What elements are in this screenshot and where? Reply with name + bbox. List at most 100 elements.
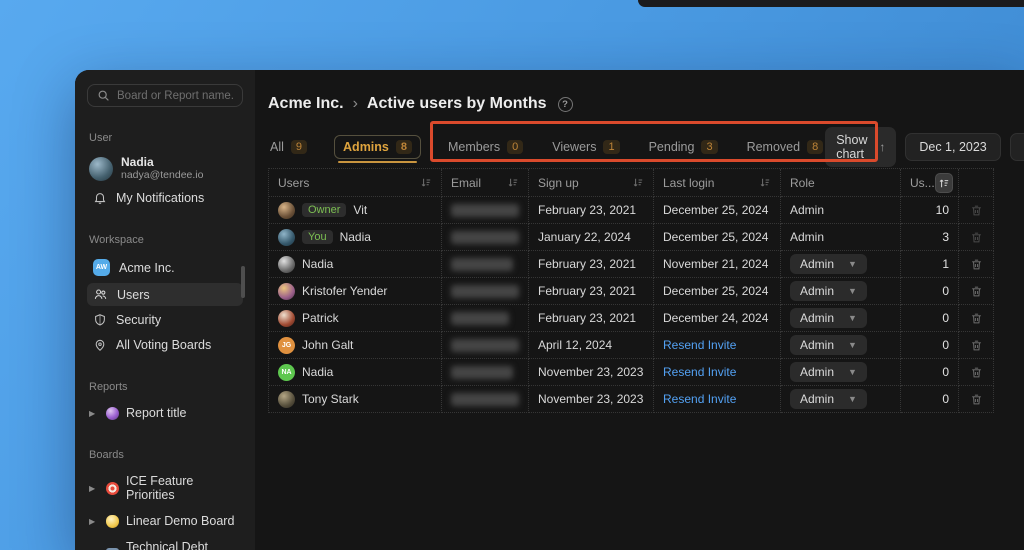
trash-icon[interactable] <box>970 258 983 271</box>
sort-active-button[interactable] <box>935 173 953 193</box>
tab-viewers[interactable]: Viewers1 <box>550 136 621 158</box>
search-box[interactable] <box>87 84 243 107</box>
user-role-badge: You <box>302 230 333 244</box>
expand-arrow-icon[interactable]: ▶ <box>89 409 99 418</box>
chevron-down-icon: ▼ <box>848 367 857 377</box>
trash-icon[interactable] <box>970 339 983 352</box>
signup-date: February 23, 2021 <box>538 257 636 271</box>
sidebar-item-notifications[interactable]: My Notifications <box>87 187 243 209</box>
role-select[interactable]: Admin▼ <box>790 335 867 355</box>
show-chart-button[interactable]: Show chart↑ <box>825 127 896 167</box>
tab-all[interactable]: All9 <box>268 136 309 158</box>
table-row-email-cell <box>442 197 529 224</box>
table-row-user-cell[interactable]: NA Nadia <box>269 359 442 386</box>
sort-icon[interactable] <box>507 177 519 189</box>
shield-icon <box>93 313 107 327</box>
sidebar-item-users[interactable]: Users <box>87 283 243 306</box>
table-row-last-login-cell: Resend Invite <box>654 386 781 413</box>
date-from-field[interactable]: Dec 1, 2023 <box>905 133 1000 161</box>
role-select[interactable]: Admin▼ <box>790 389 867 409</box>
sidebar-item-report-title[interactable]: ▶ Report title <box>87 402 243 424</box>
help-icon[interactable]: ? <box>558 97 573 112</box>
sidebar-item-all-voting-boards[interactable]: All Voting Boards <box>87 334 243 356</box>
sidebar-item-label: Technical Debt Priori... <box>126 540 241 550</box>
column-header-last-login[interactable]: Last login <box>654 169 781 197</box>
table-row-user-cell[interactable]: You Nadia <box>269 224 442 251</box>
sort-icon[interactable] <box>632 177 644 189</box>
tab-count-badge: 9 <box>291 140 307 154</box>
avatar <box>278 202 295 219</box>
role-select[interactable]: Admin▼ <box>790 254 867 274</box>
trash-icon[interactable] <box>970 366 983 379</box>
table-row-user-cell[interactable]: Nadia <box>269 251 442 278</box>
column-header-role[interactable]: Role <box>781 169 901 197</box>
table-row-role-cell: Admin▼ <box>781 305 901 332</box>
last-login-value: December 24, 2024 <box>663 311 768 325</box>
trash-icon[interactable] <box>970 231 983 244</box>
user-name: Kristofer Yender <box>302 284 387 298</box>
toolbar: Show chart↑ Dec 1, 2023 Dec <box>825 127 1024 167</box>
table-row-email-cell <box>442 332 529 359</box>
table-row-users-count-cell: 0 <box>901 278 959 305</box>
table-row-user-cell[interactable]: Tony Stark <box>269 386 442 413</box>
target-icon <box>106 482 119 495</box>
email-redacted <box>451 312 509 325</box>
table-row-user-cell[interactable]: Kristofer Yender <box>269 278 442 305</box>
sidebar-item-ice-feature-priorities[interactable]: ▶ ICE Feature Priorities <box>87 470 243 506</box>
user-name: Tony Stark <box>302 392 359 406</box>
email-redacted <box>451 258 513 271</box>
date-to-field[interactable]: Dec <box>1010 133 1024 161</box>
sidebar-item-security[interactable]: Security <box>87 309 243 331</box>
resend-invite-link[interactable]: Resend Invite <box>663 338 736 352</box>
sidebar-item-linear-demo-board[interactable]: ▶ Linear Demo Board <box>87 510 243 532</box>
sidebar-scrollbar-thumb[interactable] <box>241 266 245 298</box>
tabs: All9 Admins8 Members0 Viewers1 Pending3 … <box>268 135 825 159</box>
table-row-role-cell: Admin▼ <box>781 386 901 413</box>
table-row-user-cell[interactable]: Patrick <box>269 305 442 332</box>
table-row-email-cell <box>442 305 529 332</box>
breadcrumb-separator: › <box>353 95 358 113</box>
table-row-email-cell <box>442 224 529 251</box>
table-row-user-cell[interactable]: Owner Vit <box>269 197 442 224</box>
trash-icon[interactable] <box>970 393 983 406</box>
expand-arrow-icon[interactable]: ▶ <box>89 484 99 493</box>
role-select[interactable]: Admin▼ <box>790 281 867 301</box>
trash-icon[interactable] <box>970 285 983 298</box>
user-name: Nadia <box>302 257 333 271</box>
signup-date: November 23, 2023 <box>538 392 643 406</box>
sidebar-item-technical-debt[interactable]: ▶ Technical Debt Priori... <box>87 536 243 550</box>
sort-icon[interactable] <box>759 177 771 189</box>
email-redacted <box>451 366 513 379</box>
trash-icon[interactable] <box>970 204 983 217</box>
sidebar-item-workspace-acme[interactable]: AW Acme Inc. <box>87 255 243 280</box>
breadcrumb-root[interactable]: Acme Inc. <box>268 95 344 113</box>
tab-pending[interactable]: Pending3 <box>647 136 720 158</box>
crystal-ball-icon <box>106 407 119 420</box>
search-input[interactable] <box>117 90 233 102</box>
table-row-role-cell: Admin <box>781 224 901 251</box>
resend-invite-link[interactable]: Resend Invite <box>663 365 736 379</box>
avatar <box>278 391 295 408</box>
sort-icon[interactable] <box>420 177 432 189</box>
role-select[interactable]: Admin▼ <box>790 362 867 382</box>
tab-removed[interactable]: Removed8 <box>745 136 826 158</box>
column-header-users[interactable]: Users <box>269 169 442 197</box>
tab-admins[interactable]: Admins8 <box>334 135 421 159</box>
users-count: 3 <box>942 230 949 244</box>
email-redacted <box>451 393 519 406</box>
users-count: 0 <box>942 284 949 298</box>
column-header-email[interactable]: Email <box>442 169 529 197</box>
column-header-signup[interactable]: Sign up <box>529 169 654 197</box>
tab-members[interactable]: Members0 <box>446 136 525 158</box>
table-row-users-count-cell: 1 <box>901 251 959 278</box>
current-user[interactable]: Nadia nadya@tendee.io <box>87 153 243 184</box>
column-header-users-count[interactable]: Us... <box>901 169 959 197</box>
avatar <box>278 283 295 300</box>
table-row-user-cell[interactable]: JG John Galt <box>269 332 442 359</box>
trash-icon[interactable] <box>970 312 983 325</box>
resend-invite-link[interactable]: Resend Invite <box>663 392 736 406</box>
chevron-down-icon: ▼ <box>848 313 857 323</box>
expand-arrow-icon[interactable]: ▶ <box>89 517 99 526</box>
email-redacted <box>451 204 519 217</box>
role-select[interactable]: Admin▼ <box>790 308 867 328</box>
